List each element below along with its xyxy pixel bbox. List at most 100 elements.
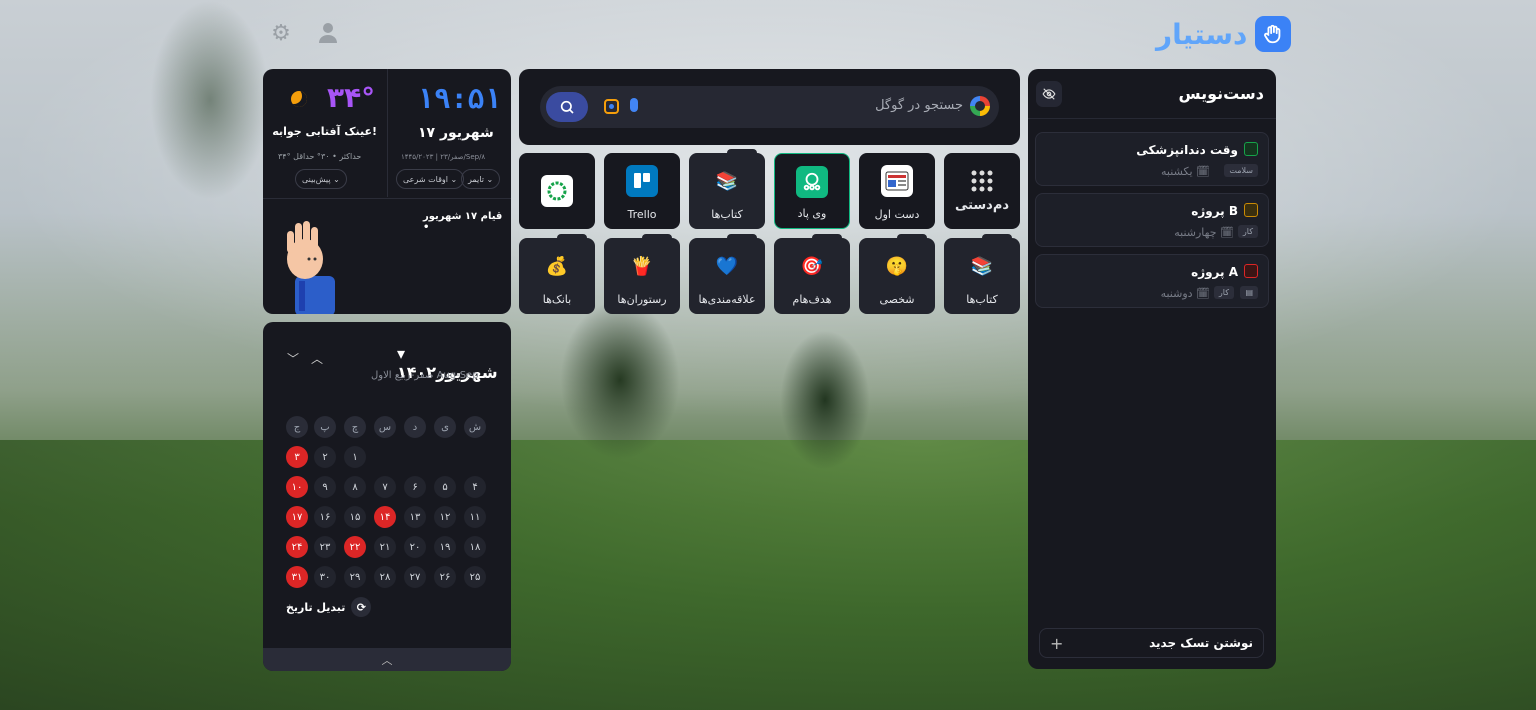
calendar-day[interactable]: ۶ [404,476,426,498]
calendar-day[interactable]: ۱۳ [404,506,426,528]
calendar-icon: 🗓 [1196,165,1210,178]
task-day: دوشنبه 🗓 [1161,287,1210,300]
calendar-day[interactable]: ۱۸ [464,536,486,558]
weekday-header: ش [464,416,486,438]
user-icon[interactable] [315,20,341,46]
app-logo[interactable]: دستیار [1156,16,1292,52]
calendar-day[interactable]: ۱ [344,446,366,468]
task-item[interactable]: وقت دندانپزشکی سلامت یکشنبه 🗓 [1035,132,1269,186]
calendar-day[interactable]: ۲۸ [374,566,396,588]
calendar-day[interactable]: ۳ [286,446,308,468]
note-icon: ▤ [1240,286,1258,299]
calendar-subtitle: صفر-ربیع الاول Aug-Sep [371,370,479,381]
search-placeholder: جستجو در گوگل [875,98,963,113]
calendar-day[interactable]: ۳۱ [286,566,308,588]
chevron-up-icon[interactable]: ︿ [311,350,323,367]
tile-label: هدف‌هام [792,293,832,306]
calendar-day[interactable]: ۳۰ [314,566,336,588]
calendar-day[interactable]: ۵ [434,476,456,498]
calendar-day[interactable]: ۴ [464,476,486,498]
hide-eye-icon[interactable] [1036,80,1062,107]
calendar-day[interactable]: ۲۳ [314,536,336,558]
calendar-day[interactable]: ۱۰ [286,476,308,498]
calendar-day[interactable]: ۱۶ [314,506,336,528]
clock-weather-panel: ۱۹:۵۱ ۱۷ شهریور ۱۴۴۵/صفر/۲۳ | ۲۰۲۳/Sep/۸… [263,69,511,316]
google-icon [970,96,990,116]
task-tag: سلامت [1224,164,1258,177]
shortcut-vipod[interactable]: وی پاد [774,153,850,229]
task-checkbox[interactable] [1244,264,1258,278]
prayer-times-chip[interactable]: اوقات شرعی ⌄ [396,169,465,189]
calendar-day[interactable]: ۱۷ [286,506,308,528]
calendar-day[interactable]: ۱۱ [464,506,486,528]
plus-icon[interactable]: + [1050,634,1063,653]
calendar-day[interactable]: ۲۰ [404,536,426,558]
shortcut-folder-goals[interactable]: 🎯 هدف‌هام [774,234,850,314]
calendar-day[interactable]: ۱۲ [434,506,456,528]
task-checkbox[interactable] [1244,142,1258,156]
calendar-day[interactable]: ۲۹ [344,566,366,588]
calendar-day[interactable]: ۱۵ [344,506,366,528]
shortcut-folder-books-2[interactable]: 📚 کتاب‌ها [944,234,1020,314]
divider [263,198,511,199]
shortcut-folder-books[interactable]: 📚 کتاب‌ها [689,149,765,229]
hand-illustration [279,221,339,316]
chevron-down-icon: ⌄ [450,174,458,184]
tile-label: دم‌دستی [954,198,1010,213]
clock-date: ۱۷ شهریور [418,125,494,141]
calendar-day[interactable]: ۲۷ [404,566,426,588]
calendar-day[interactable]: ۹ [314,476,336,498]
chevron-down-icon: ▾ [397,344,406,363]
forecast-chip[interactable]: پیش‌بینی ⌄ [295,169,347,189]
background-trees [560,300,680,460]
calendar-day[interactable]: ۲۲ [344,536,366,558]
tile-label: شخصی [879,293,915,306]
convert-date-button[interactable]: تبدیل تاریخ ⟳ [286,597,372,617]
task-day: یکشنبه 🗓 [1161,165,1210,178]
vipod-icon [796,166,828,198]
calendar-day[interactable]: ۱۴ [374,506,396,528]
task-checkbox[interactable] [1244,203,1258,217]
heart-icon: 💙 [715,255,739,277]
new-task-input[interactable]: + نوشتن تسک جدید [1039,628,1264,658]
microphone-icon[interactable] [630,98,638,112]
hand-logo-icon [1255,16,1292,52]
timer-chip[interactable]: تایمر ⌄ [461,169,501,189]
shortcut-dast-aval[interactable]: دست اول [859,153,935,229]
task-item[interactable]: پروژه B کار چهارشنبه 🗓 [1035,193,1269,247]
shortcut-folder-personal[interactable]: 🤫 شخصی [859,234,935,314]
event-item: قیام ۱۷ شهریور • [423,211,511,233]
weekday-header: ی [434,416,456,438]
collapse-button[interactable]: ︿ [263,648,511,671]
calendar-day[interactable]: ۱۹ [434,536,456,558]
calendar-day[interactable]: ۲۴ [286,536,308,558]
tile-label: رستوران‌ها [617,293,667,306]
google-lens-icon[interactable] [604,99,619,114]
calendar-day[interactable]: ۸ [344,476,366,498]
gear-icon[interactable]: ⚙ [268,20,294,46]
shortcut-folder-favorites[interactable]: 💙 علاقه‌مندی‌ها [689,234,765,314]
search-input[interactable]: جستجو در گوگل [540,86,999,128]
convert-date-label: تبدیل تاریخ [286,600,346,614]
shortcut-folder-restaurants[interactable]: 🍟 رستوران‌ها [604,234,680,314]
clock-time: ۱۹:۵۱ [417,82,502,115]
trello-icon [626,165,658,197]
calendar-day[interactable]: ۲۶ [434,566,456,588]
task-item[interactable]: پروژه A کار ▤ دوشنبه 🗓 [1035,254,1269,308]
moon-icon [291,91,307,107]
shortcut-ring[interactable] [519,153,595,229]
shortcut-dam-dasti[interactable]: دم‌دستی [944,153,1020,229]
chevron-down-icon[interactable]: ﹀ [287,350,299,367]
more-icon[interactable]: ··· [275,129,283,138]
chip-label: اوقات شرعی [403,174,448,184]
tile-label: وی پاد [797,207,827,220]
shortcut-trello[interactable]: Trello [604,153,680,229]
weekday-header: پ [314,416,336,438]
calendar-day[interactable]: ۲۵ [464,566,486,588]
calendar-day[interactable]: ۲ [314,446,336,468]
shortcut-folder-banks[interactable]: 💰 بانک‌ها [519,234,595,314]
calendar-day[interactable]: ۲۱ [374,536,396,558]
search-button[interactable] [546,92,588,122]
calendar-day[interactable]: ۷ [374,476,396,498]
tile-label: کتاب‌ها [711,208,743,221]
